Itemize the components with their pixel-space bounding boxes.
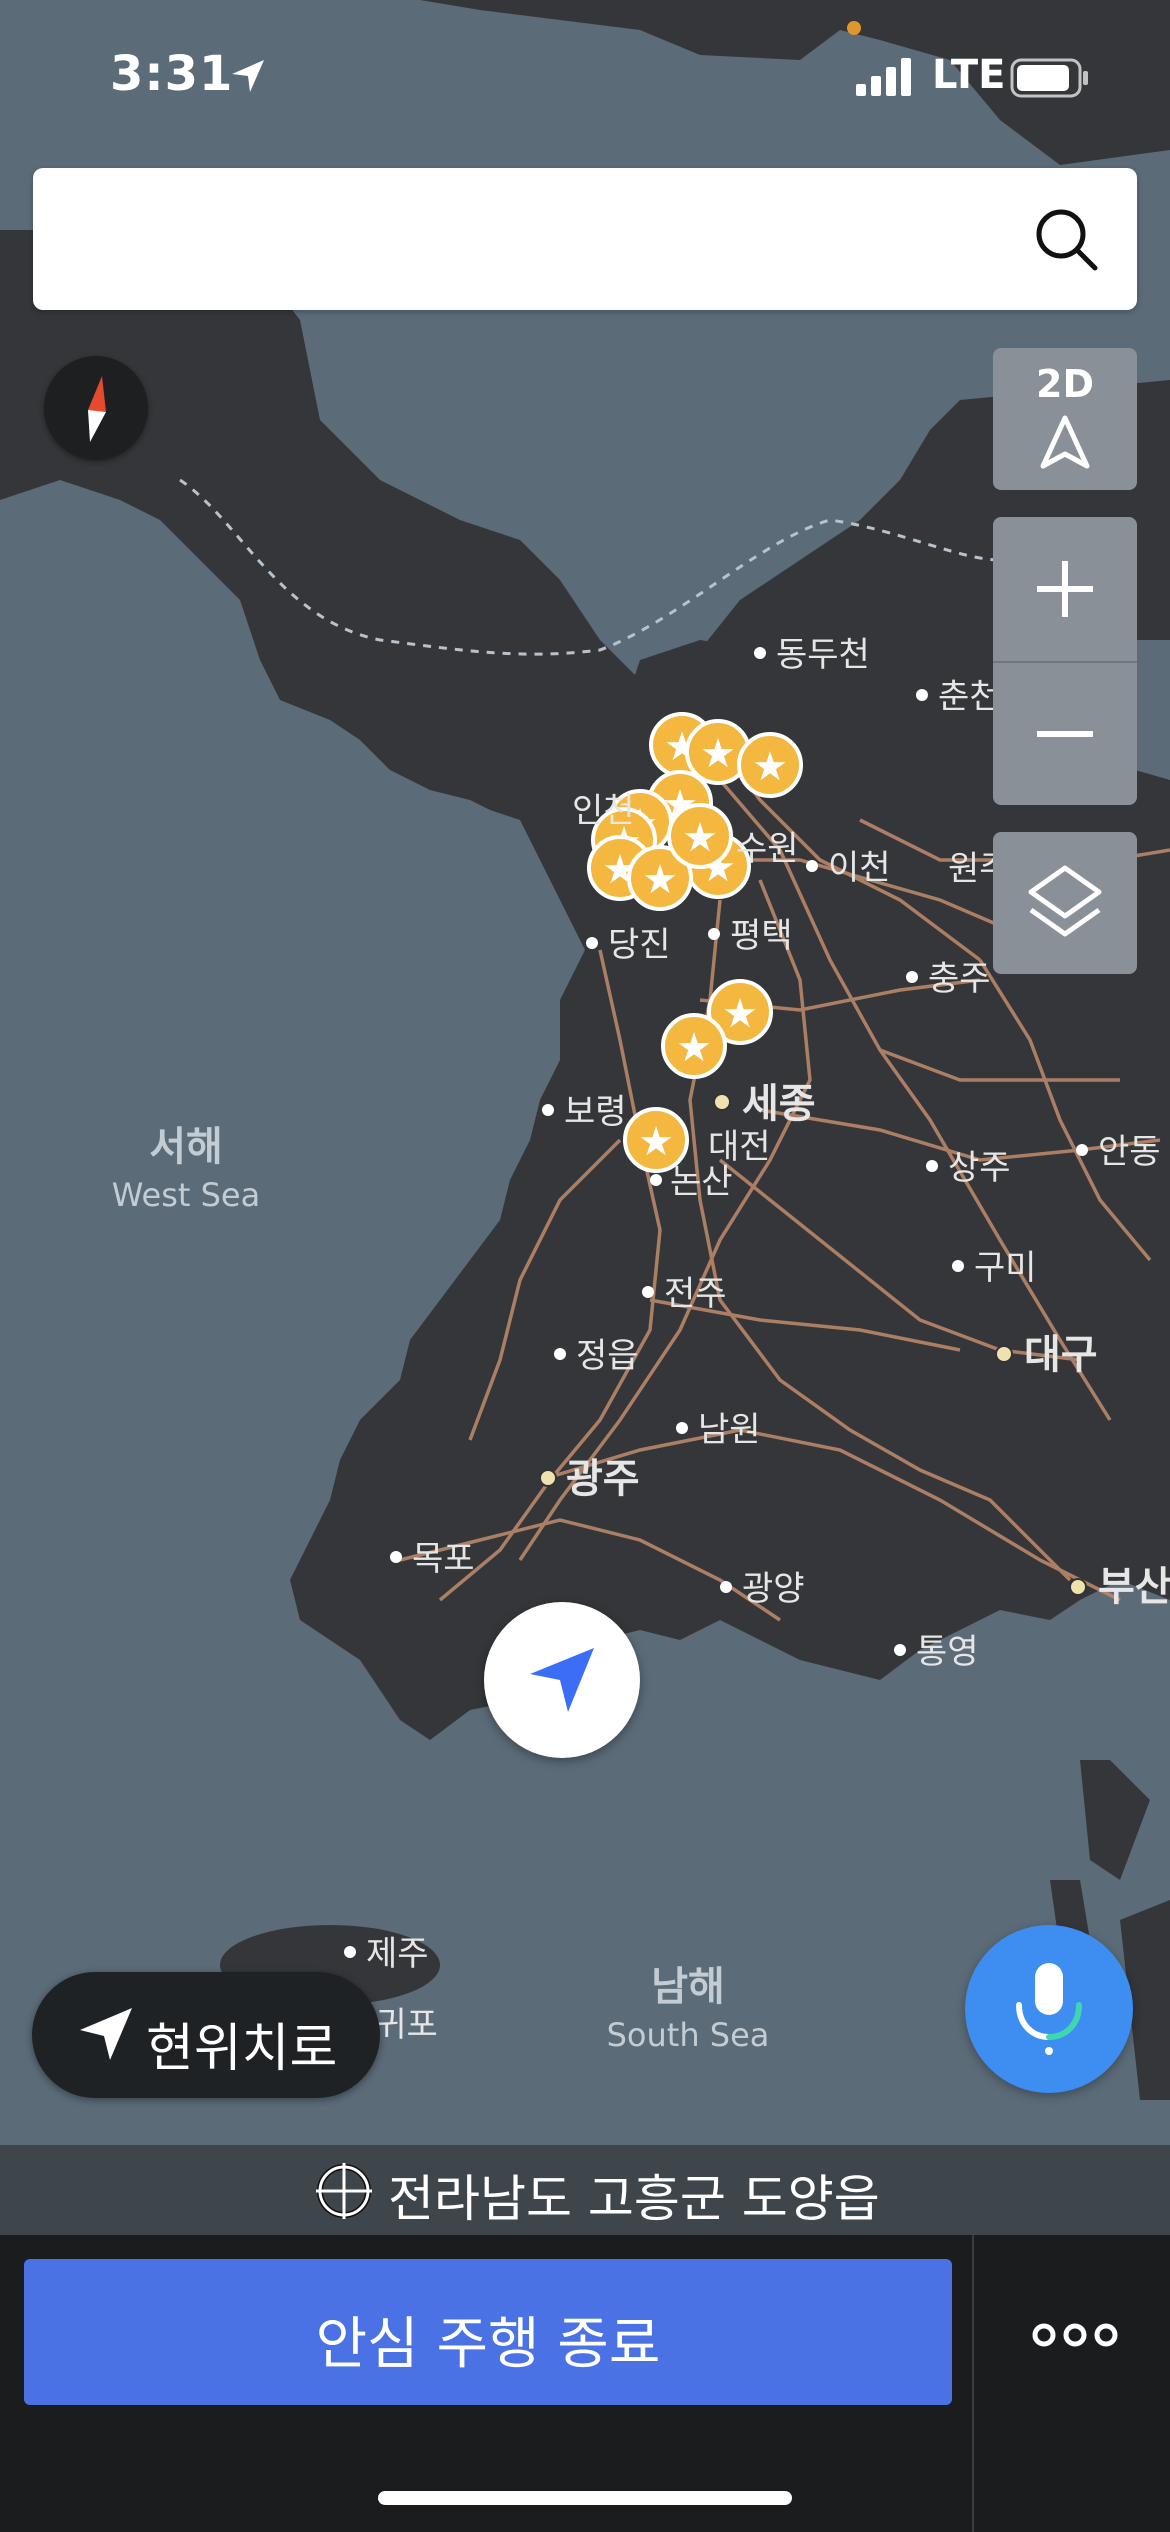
cellular-signal-icon [856,58,911,96]
city-label: 논산 [670,1162,733,1202]
network-type: LTE [932,52,1006,98]
svg-text:★: ★ [722,991,758,1037]
view-mode-button[interactable]: 2D [993,348,1137,490]
city-label: 부산 [1098,1564,1170,1610]
end-safe-driving-label: 안심 주행 종료 [315,2312,661,2377]
status-time: 3:31 [110,46,234,102]
end-safe-driving-button[interactable]: 안심 주행 종료 [24,2259,952,2405]
city-label: 대구 [1024,1332,1098,1378]
sea-label-south-ko: 남해 [651,1964,725,2010]
city-label: 광양 [742,1569,805,1609]
svg-text:★: ★ [682,815,718,861]
current-address-text: 전라남도 고흥군 도양읍 [388,2170,880,2228]
layers-icon [1028,865,1102,937]
city-label: 인천 [572,791,635,831]
city-label: 안동 [1098,1132,1161,1172]
navigation-arrow-icon [1040,415,1090,469]
navigation-arrow-icon [530,1648,594,1712]
current-address-bar: 전라남도 고흥군 도양읍 [0,2145,1170,2235]
city-label: 동두천 [776,635,870,675]
city-label: 전주 [664,1274,727,1314]
zoom-controls [993,517,1137,805]
city-label: 이천 [828,848,891,888]
city-label: 광주 [566,1456,640,1502]
sea-label-west-ko: 서해 [149,1124,223,1170]
city-label: 수원 [736,829,799,869]
city-label: 구미 [974,1248,1037,1288]
city-label: 평택 [730,916,793,956]
zoom-out-button[interactable] [993,663,1137,805]
compass-button[interactable] [44,356,148,460]
crosshair-icon [316,2163,372,2219]
zoom-in-button[interactable] [993,517,1137,661]
status-bar: 3:31 LTE [0,0,1170,150]
svg-text:★: ★ [700,731,736,777]
city-label: 보령 [564,1092,627,1132]
location-services-icon [232,60,264,92]
recording-dot-icon [847,21,861,35]
microphone-icon [1016,1963,1082,2055]
svg-text:★: ★ [752,744,788,790]
layers-button[interactable] [993,832,1137,974]
bottom-divider [972,2235,974,2532]
city-label: 통영 [916,1632,979,1672]
city-label: 당진 [608,925,671,965]
city-label: 충주 [928,959,991,999]
sea-label-west-en: West Sea [112,1176,260,1214]
search-bar[interactable] [33,168,1137,310]
city-label: 대전 [708,1127,771,1167]
minus-icon [1037,731,1093,737]
city-label: 남원 [698,1410,761,1450]
city-label: 제주 [366,1934,429,1974]
location-arrow-icon [80,2008,132,2060]
voice-search-button[interactable] [965,1925,1133,2093]
favorite-marker: ★ [661,1013,727,1079]
sea-label-south-en: South Sea [607,2016,770,2054]
plus-icon [1037,561,1093,617]
compass-icon [88,376,106,442]
svg-text:★: ★ [642,857,678,903]
more-icon [1032,2323,1118,2347]
city-label: 정읍 [576,1336,639,1376]
search-icon[interactable] [1033,206,1101,274]
city-label: 세종 [742,1081,816,1127]
svg-text:★: ★ [638,1119,674,1165]
city-label: 춘천 [938,677,1001,717]
favorite-marker: ★ [737,732,803,798]
city-label: 목포 [412,1539,475,1579]
svg-text:★: ★ [676,1025,712,1071]
bottom-panel: 안심 주행 종료 [0,2235,1170,2532]
city-label: 상주 [948,1148,1011,1188]
view-mode-label: 2D [1036,362,1094,406]
current-location-button[interactable]: 현위치로 [32,1972,380,2098]
home-indicator[interactable] [378,2491,792,2505]
battery-icon [1010,58,1088,98]
favorite-marker: ★ [667,803,733,869]
current-position-marker [484,1602,640,1758]
current-location-label: 현위치로 [146,2019,338,2079]
more-button[interactable] [1020,2285,1130,2385]
